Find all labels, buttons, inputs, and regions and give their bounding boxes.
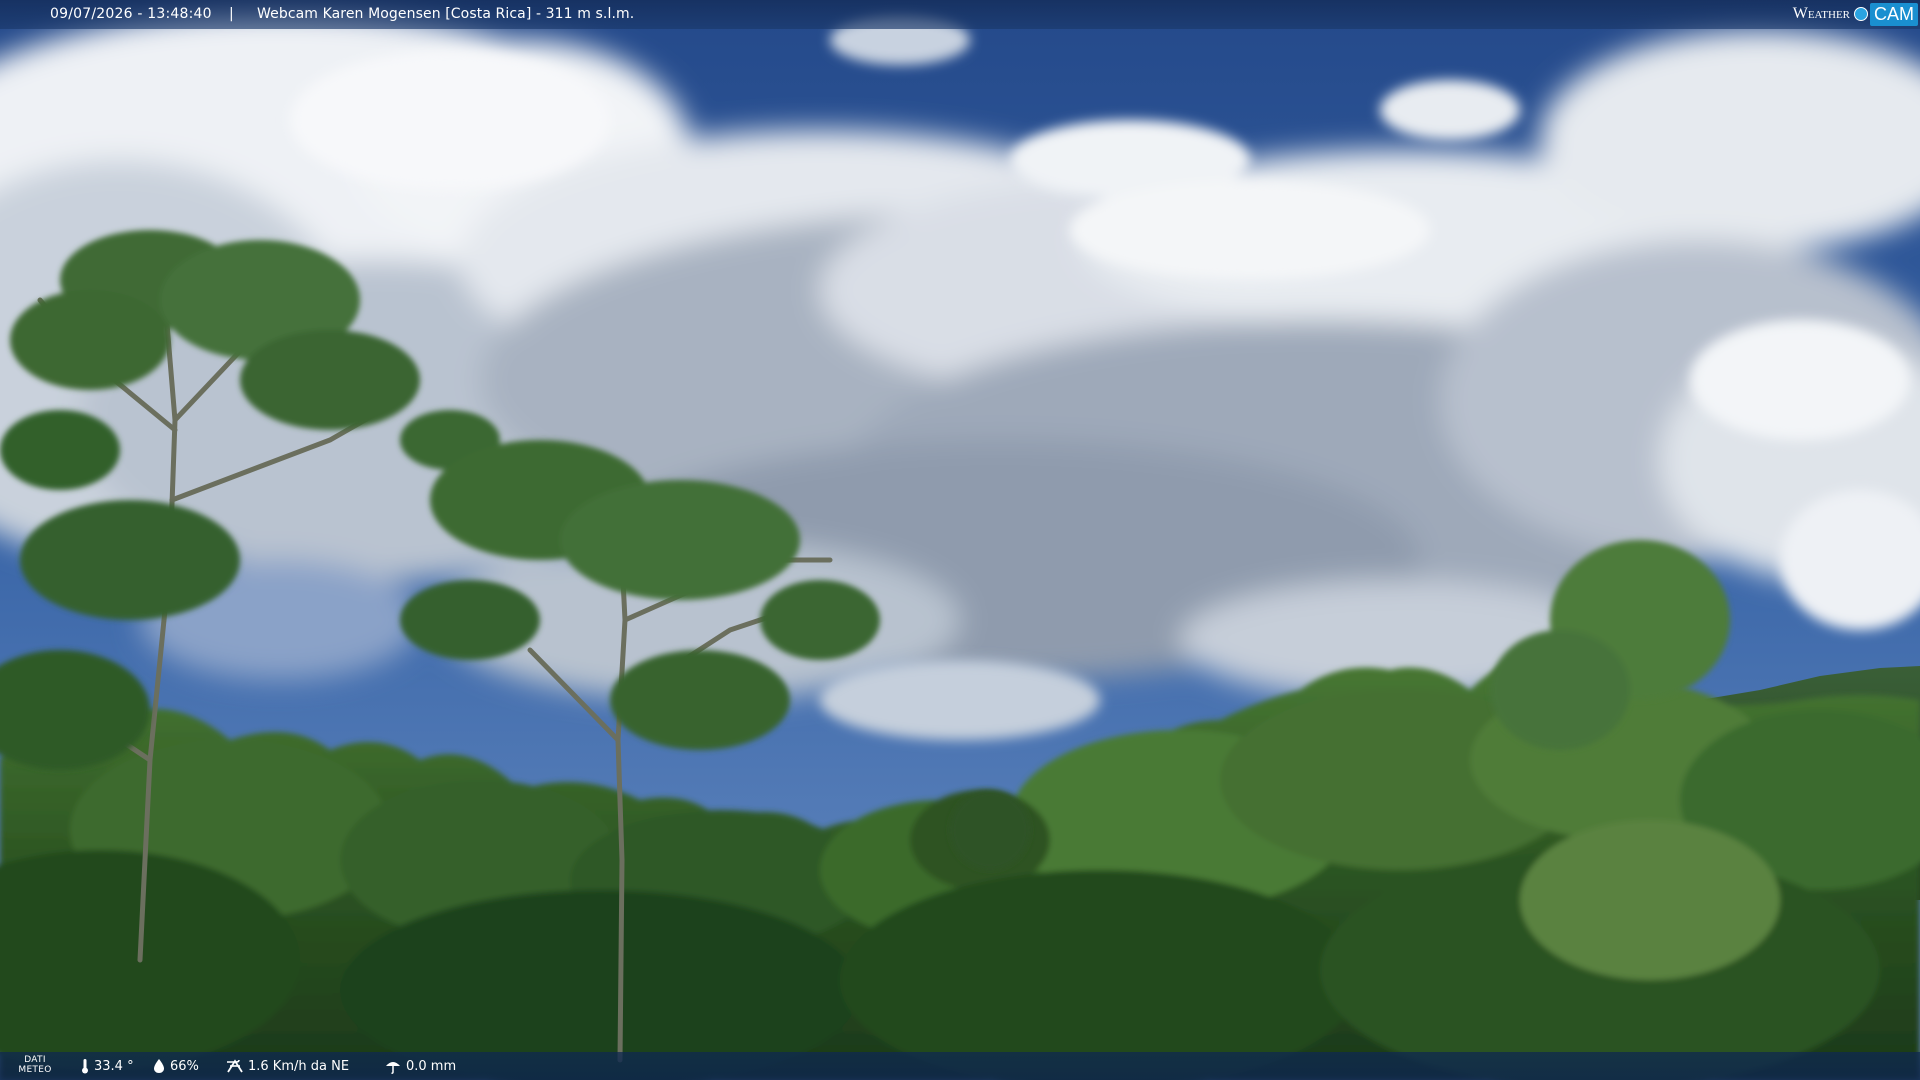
logo-cam-text: CAM (1870, 2, 1918, 26)
wind-value: 1.6 Km/h da NE (248, 1058, 350, 1074)
webcam-image (0, 0, 1920, 1080)
logo-dot-icon (1854, 7, 1868, 21)
humidity-reading: 66% (152, 1058, 199, 1074)
title-separator: | (229, 6, 234, 22)
capture-datetime: 09/07/2026 - 13:48:40 (50, 6, 212, 22)
temperature-reading: 33.4 ° (80, 1058, 134, 1074)
logo-weather-text: Weather (1792, 5, 1850, 22)
rain-reading: 0.0 mm (384, 1058, 456, 1074)
thermometer-icon (82, 1059, 88, 1074)
wind-reading: 1.6 Km/h da NE (226, 1058, 349, 1074)
weather-data-bar: DATI METEO 33.4 ° 66% 1.6 Km/h da NE 0.0… (0, 1052, 1920, 1080)
meteo-data-label: DATI METEO (14, 1055, 56, 1075)
temperature-value: 33.4 ° (94, 1058, 134, 1074)
webcam-title: Webcam Karen Mogensen [Costa Rica] - 311… (257, 6, 635, 22)
meteo-label-line2: METEO (18, 1065, 52, 1075)
weathercam-logo[interactable]: Weather CAM (1793, 1, 1918, 27)
webcam-frame: 09/07/2026 - 13:48:40 | Webcam Karen Mog… (0, 0, 1920, 1080)
meteo-label-line1: DATI (24, 1055, 46, 1065)
rain-icon (386, 1062, 400, 1074)
rain-value: 0.0 mm (406, 1058, 457, 1074)
wind-icon (227, 1059, 243, 1073)
droplet-icon (154, 1059, 164, 1073)
humidity-value: 66% (170, 1058, 199, 1074)
top-info-bar: 09/07/2026 - 13:48:40 | Webcam Karen Mog… (0, 0, 1920, 29)
